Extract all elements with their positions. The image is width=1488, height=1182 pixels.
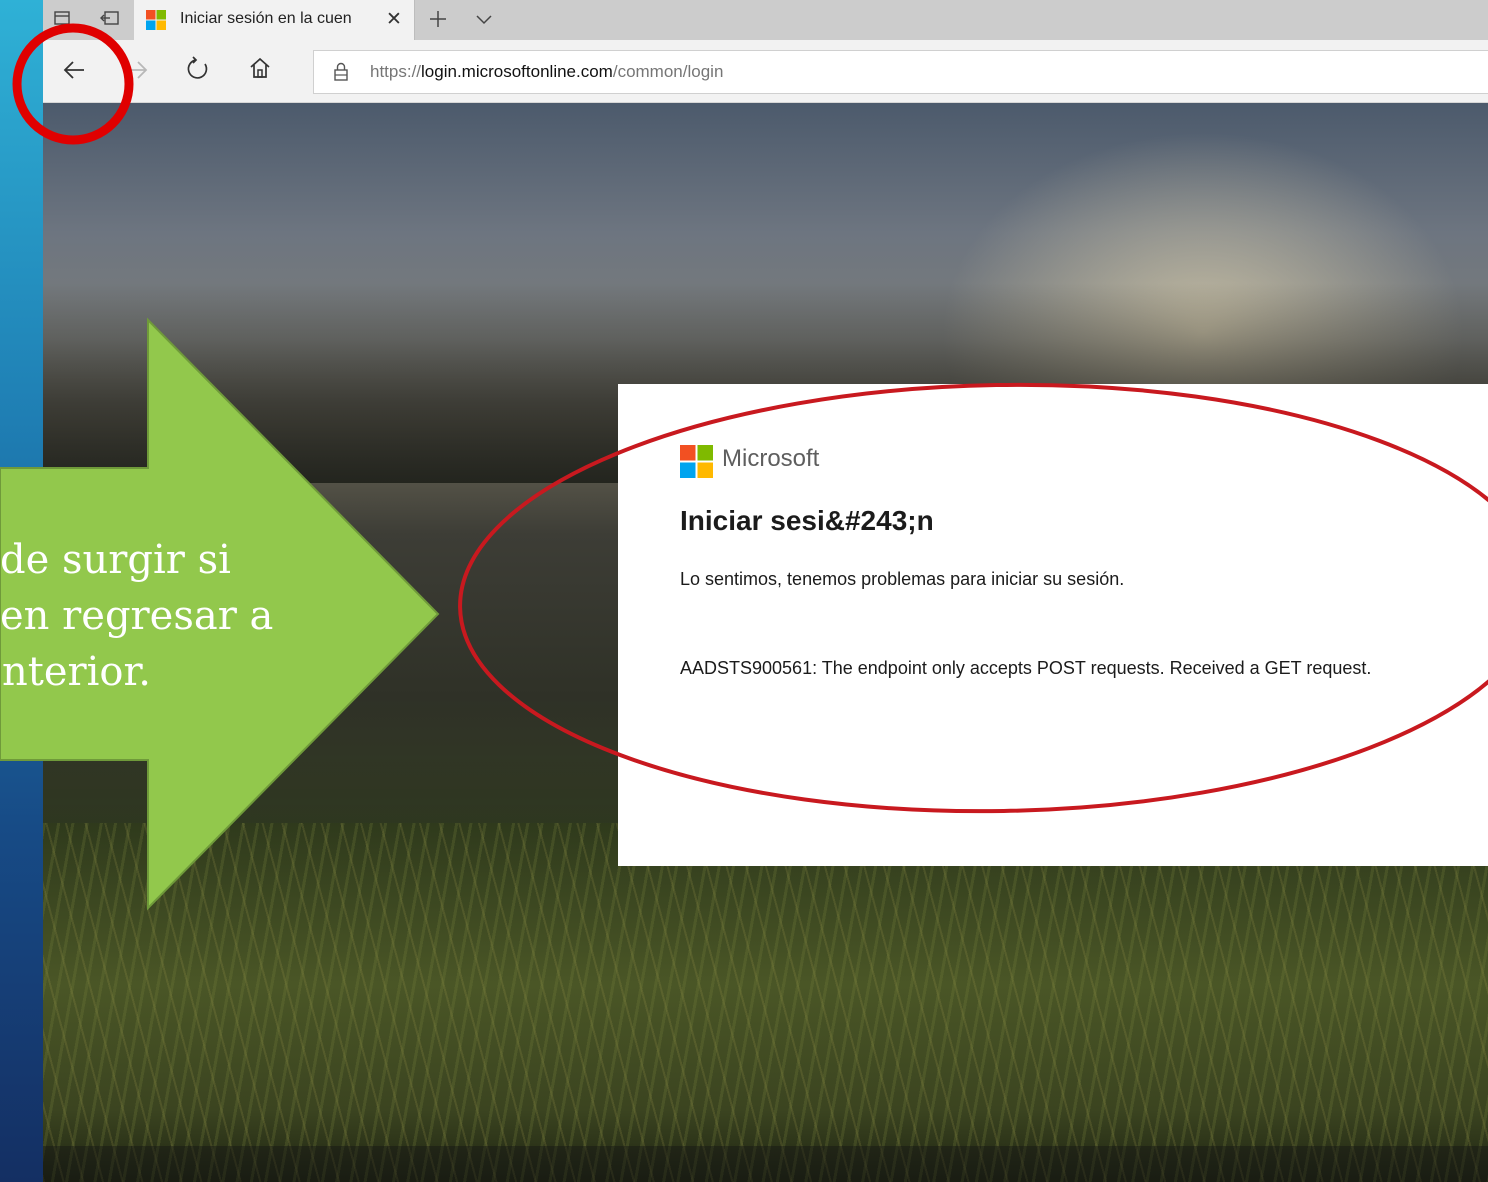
error-message: Lo sentimos, tenemos problemas para inic… <box>680 569 1125 589</box>
sign-in-card: Microsoft Iniciar sesi&#243;n Lo sentimo… <box>618 384 1488 866</box>
new-tab-plus-icon[interactable] <box>427 9 449 31</box>
navigation-toolbar: https://login.microsoftonline.com/common… <box>43 40 1488 103</box>
tab-list-chevron-icon[interactable] <box>473 9 495 31</box>
slide-background-strip <box>0 0 43 1182</box>
url-scheme: https:// <box>370 62 422 81</box>
login-page-background: Microsoft Iniciar sesi&#243;n Lo sentimo… <box>43 103 1488 1182</box>
error-code-details: AADSTS900561: The endpoint only accepts … <box>680 658 1372 678</box>
microsoft-logo-icon <box>680 445 713 478</box>
home-button[interactable] <box>244 56 276 88</box>
refresh-button[interactable] <box>182 56 214 88</box>
lock-icon <box>334 62 348 81</box>
set-aside-tabs-icon[interactable] <box>99 9 121 31</box>
tab-title: Iniciar sesión en la cuen <box>180 10 352 27</box>
microsoft-brand-name: Microsoft <box>722 445 820 472</box>
address-bar[interactable]: https://login.microsoftonline.com/common… <box>313 50 1488 94</box>
url-path: /common/login <box>612 62 724 81</box>
url-text: https://login.microsoftonline.com/common… <box>370 62 723 82</box>
microsoft-favicon-icon <box>146 10 166 30</box>
refresh-icon <box>187 56 208 79</box>
url-host: login.microsoftonline.com <box>421 62 613 81</box>
forward-button[interactable] <box>121 56 153 88</box>
back-arrow-icon <box>63 61 84 79</box>
tab-bar: Iniciar sesión en la cuen ✕ <box>43 0 1488 40</box>
close-tab-icon[interactable]: ✕ <box>382 7 406 31</box>
browser-window: Iniciar sesión en la cuen ✕ https://logi… <box>43 0 1488 1182</box>
back-button[interactable] <box>58 56 90 88</box>
forward-arrow-icon <box>127 61 148 79</box>
home-icon <box>250 57 270 78</box>
tab-preview-icon[interactable] <box>51 9 73 31</box>
background-landscape-grass <box>43 823 1488 1182</box>
tab-active[interactable]: Iniciar sesión en la cuen ✕ <box>134 0 415 40</box>
page-footer <box>43 1146 1488 1182</box>
sign-in-title: Iniciar sesi&#243;n <box>680 505 934 536</box>
